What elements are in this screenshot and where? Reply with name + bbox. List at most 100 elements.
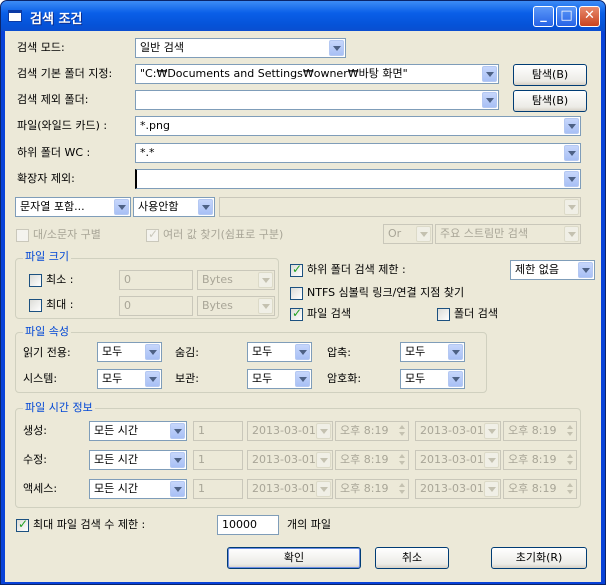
- browse-base-button[interactable]: 탐색(B): [513, 64, 587, 86]
- chevron-down-icon: [484, 423, 499, 439]
- date-to-value: 2013-03-01: [420, 453, 484, 466]
- spinner-icon: [398, 424, 407, 438]
- archive-select[interactable]: 모두: [247, 369, 312, 389]
- subfolder-wc-label: 하위 폴더 WC :: [17, 146, 91, 159]
- title-bar[interactable]: 검색 조건 _ □ ✕: [1, 1, 605, 31]
- time-from-value: 오후 8:19: [340, 424, 389, 437]
- chevron-down-icon: [316, 452, 331, 468]
- system-select[interactable]: 모두: [97, 369, 162, 389]
- chevron-down-icon: [448, 344, 463, 360]
- text-mode-select[interactable]: 문자열 포함...: [15, 197, 131, 217]
- time-mode-select[interactable]: 모든 시간: [89, 450, 187, 470]
- time-count-input[interactable]: 1: [193, 450, 243, 470]
- charset-value: 사용안함: [138, 200, 179, 213]
- min-size-checkbox[interactable]: [29, 274, 42, 287]
- max-size-input[interactable]: 0: [119, 296, 193, 316]
- chevron-down-icon: [564, 118, 579, 134]
- chevron-down-icon: [564, 171, 579, 187]
- time-from-picker[interactable]: 오후 8:19: [335, 421, 409, 441]
- cancel-button[interactable]: 취소: [375, 547, 449, 569]
- case-sensitive-label: 대/소문자 구별: [33, 228, 101, 241]
- compressed-label: 압축:: [327, 346, 351, 359]
- browse-exclude-button[interactable]: 탐색(B): [513, 90, 587, 112]
- case-sensitive-checkbox[interactable]: [16, 229, 29, 242]
- chevron-down-icon: [482, 66, 497, 82]
- time-count-input[interactable]: 1: [193, 479, 243, 499]
- chevron-down-icon: [484, 452, 499, 468]
- stream-select[interactable]: 주요 스트림만 검색: [435, 224, 581, 244]
- max-size-unit[interactable]: Bytes: [197, 296, 275, 316]
- max-files-input[interactable]: 10000: [217, 515, 279, 535]
- exclude-folder-combo[interactable]: [135, 90, 499, 110]
- hidden-value: 모두: [252, 345, 273, 358]
- chevron-down-icon: [295, 371, 310, 387]
- subfolder-limit-checkbox[interactable]: [290, 262, 303, 277]
- ext-exclude-combo[interactable]: [135, 169, 581, 189]
- chevron-down-icon: [170, 423, 185, 439]
- file-search-checkbox[interactable]: [290, 306, 303, 321]
- window-icon: [8, 10, 22, 22]
- time-mode-select[interactable]: 모든 시간: [89, 421, 187, 441]
- max-files-label: 최대 파일 검색 수 제한 :: [33, 518, 146, 531]
- dialog-window: 검색 조건 _ □ ✕ 검색 모드: 일반 검색 검색 기본 폴더 지정: "C…: [0, 0, 606, 585]
- max-files-checkbox[interactable]: [16, 517, 29, 532]
- chevron-down-icon: [564, 226, 579, 242]
- ntfs-link-checkbox[interactable]: [290, 287, 303, 300]
- date-to-picker[interactable]: 2013-03-01: [415, 421, 501, 441]
- search-mode-select[interactable]: 일반 검색: [135, 38, 346, 58]
- time-to-picker[interactable]: 오후 8:19: [503, 421, 577, 441]
- time-mode-value: 모든 시간: [94, 424, 138, 437]
- spinner-icon: [566, 424, 575, 438]
- chevron-down-icon: [258, 298, 273, 314]
- base-folder-combo[interactable]: "C:₩Documents and Settings₩owner₩바탕 화면": [135, 64, 499, 84]
- encrypted-select[interactable]: 모두: [400, 369, 465, 389]
- file-wildcard-combo[interactable]: *.png: [135, 116, 581, 136]
- chevron-down-icon: [448, 371, 463, 387]
- hidden-select[interactable]: 모두: [247, 342, 312, 362]
- subfolder-wc-combo[interactable]: *.*: [135, 143, 581, 163]
- date-from-picker[interactable]: 2013-03-01: [247, 479, 333, 499]
- date-to-value: 2013-03-01: [420, 482, 484, 495]
- time-row-label: 액세스:: [23, 482, 58, 495]
- chevron-down-icon: [198, 199, 213, 215]
- compressed-select[interactable]: 모두: [400, 342, 465, 362]
- time-mode-value: 모든 시간: [94, 453, 138, 466]
- compressed-value: 모두: [405, 345, 426, 358]
- archive-value: 모두: [252, 372, 273, 385]
- min-size-input[interactable]: 0: [119, 270, 193, 290]
- subfolder-limit-select[interactable]: 제한 없음: [510, 260, 595, 280]
- close-button[interactable]: ✕: [579, 6, 600, 27]
- time-to-picker[interactable]: 오후 8:19: [503, 479, 577, 499]
- time-to-picker[interactable]: 오후 8:19: [503, 450, 577, 470]
- date-from-picker[interactable]: 2013-03-01: [247, 421, 333, 441]
- date-to-picker[interactable]: 2013-03-01: [415, 450, 501, 470]
- max-size-unit-value: Bytes: [202, 299, 233, 312]
- folder-search-checkbox[interactable]: [437, 308, 450, 321]
- reset-button[interactable]: 초기화(R): [491, 547, 587, 569]
- minimize-button[interactable]: _: [533, 6, 554, 27]
- exclude-folder-label: 검색 제외 폴더:: [17, 93, 89, 106]
- time-from-picker[interactable]: 오후 8:19: [335, 479, 409, 499]
- max-size-label: 최대 :: [46, 298, 74, 311]
- date-from-picker[interactable]: 2013-03-01: [247, 450, 333, 470]
- time-from-picker[interactable]: 오후 8:19: [335, 450, 409, 470]
- dialog-client: 검색 모드: 일반 검색 검색 기본 폴더 지정: "C:₩Documents …: [5, 31, 601, 582]
- search-text-combo[interactable]: [219, 197, 581, 217]
- min-size-unit[interactable]: Bytes: [197, 270, 275, 290]
- time-to-value: 오후 8:19: [508, 482, 557, 495]
- encrypted-label: 암호화:: [327, 372, 362, 385]
- date-to-picker[interactable]: 2013-03-01: [415, 479, 501, 499]
- time-count-input[interactable]: 1: [193, 421, 243, 441]
- multi-value-checkbox[interactable]: [146, 227, 159, 242]
- readonly-select[interactable]: 모두: [97, 342, 162, 362]
- time-from-value: 오후 8:19: [340, 453, 389, 466]
- time-mode-select[interactable]: 모든 시간: [89, 479, 187, 499]
- operator-select[interactable]: Or: [383, 224, 433, 244]
- file-wildcard-label: 파일(와일드 카드) :: [17, 119, 108, 132]
- maximize-button[interactable]: □: [556, 6, 577, 27]
- ok-button[interactable]: 확인: [227, 547, 361, 569]
- file-attr-title: 파일 속성: [23, 325, 71, 339]
- charset-select[interactable]: 사용안함: [133, 197, 215, 217]
- max-size-checkbox[interactable]: [29, 299, 42, 312]
- window-title: 검색 조건: [30, 12, 83, 27]
